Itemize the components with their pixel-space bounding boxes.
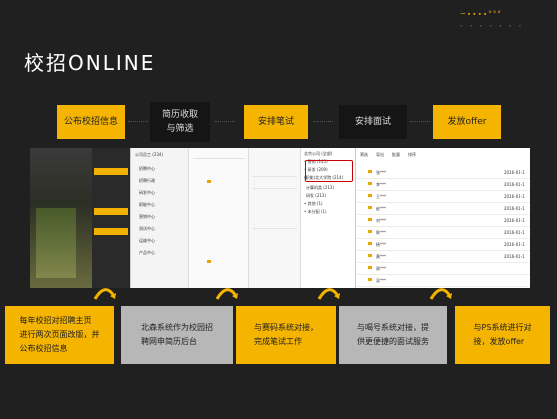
detail-panel bbox=[188, 148, 249, 288]
row-status-marker bbox=[368, 206, 372, 209]
tree-item[interactable]: • 未分配 (1) bbox=[304, 209, 327, 215]
step-interview: 安排面试 bbox=[339, 105, 407, 139]
desc-text: 每年校招对招聘主页 进行两次页面改版，并 公布校招信息 bbox=[19, 316, 100, 353]
highlight-bar bbox=[94, 208, 128, 215]
desc-box-publish: 每年校招对招聘主页 进行两次页面改版，并 公布校招信息 bbox=[5, 306, 114, 364]
slide: ~∙∙∙∙°°° ∙ ∙ ∙ ∙ ∙ ∙ ∙ 校招ONLINE 公布校招信息 简… bbox=[0, 0, 557, 419]
step-label: 简历收取 与筛选 bbox=[161, 110, 198, 134]
side-label: 产品中心 bbox=[139, 250, 155, 255]
org-list-panel: 公司员工 (234) 招聘中心 招聘行政 研发中心 职能中心 营销中心 测试中心… bbox=[130, 148, 189, 288]
curved-arrow-icon bbox=[429, 288, 452, 300]
brand-sub: ∙ ∙ ∙ ∙ ∙ ∙ ∙ bbox=[460, 23, 525, 28]
connector bbox=[215, 121, 235, 123]
row-name: 王*** bbox=[376, 194, 386, 199]
tree-item[interactable]: 北京公司 (全部) bbox=[304, 151, 332, 157]
row-date: 2016-01-1 bbox=[504, 170, 525, 175]
row-status-marker bbox=[368, 230, 372, 233]
selected-node-highlight bbox=[305, 160, 353, 182]
tree-item[interactable]: 研发 (213) bbox=[306, 193, 326, 199]
status-marker bbox=[207, 180, 211, 183]
row-date: 2016-01-1 bbox=[504, 254, 525, 259]
row-name: 刘*** bbox=[376, 218, 386, 223]
step-label: 安排面试 bbox=[354, 117, 391, 127]
desc-text: 北森系统作为校园招 聘网申简历后台 bbox=[141, 323, 213, 346]
step-label: 安排笔试 bbox=[257, 117, 294, 127]
toolbar-button[interactable]: 导出 bbox=[376, 152, 384, 158]
toolbar-button[interactable]: 批量 bbox=[392, 152, 400, 158]
divider bbox=[193, 158, 245, 159]
system-screenshot: 公司员工 (234) 招聘中心 招聘行政 研发中心 职能中心 营销中心 测试中心… bbox=[30, 148, 530, 288]
row-date: 2016-01-1 bbox=[504, 230, 525, 235]
curved-arrow-icon bbox=[93, 288, 116, 300]
row-date: 2016-01-1 bbox=[504, 242, 525, 247]
divider bbox=[253, 228, 297, 229]
connector bbox=[128, 121, 148, 123]
row-name: 李*** bbox=[376, 182, 386, 187]
row-status-marker bbox=[368, 254, 372, 257]
desc-box-offer: 与PS系统进行对 接，发放offer bbox=[455, 306, 550, 364]
highlight-bar bbox=[94, 168, 128, 175]
slide-title: 校招ONLINE bbox=[24, 51, 156, 75]
side-label: 测试中心 bbox=[139, 226, 155, 231]
side-label: 营销中心 bbox=[139, 214, 155, 219]
step-written-test: 安排笔试 bbox=[244, 105, 308, 139]
connector bbox=[313, 121, 333, 123]
side-label: 职能中心 bbox=[139, 202, 155, 207]
row-name: 陈*** bbox=[376, 230, 386, 235]
tree-item[interactable]: • 其他 (1) bbox=[304, 201, 323, 207]
highlight-bar bbox=[94, 228, 128, 235]
side-label: 研发中心 bbox=[139, 190, 155, 195]
curved-arrow-icon bbox=[215, 288, 238, 300]
toolbar-button[interactable]: 筛选 bbox=[360, 152, 368, 158]
divider bbox=[253, 188, 297, 189]
row-status-marker bbox=[368, 242, 372, 245]
step-publish: 公布校招信息 bbox=[57, 105, 125, 139]
status-marker bbox=[207, 260, 211, 263]
desc-text: 与喝号系统对接，提 供更便捷的面试服务 bbox=[357, 323, 429, 346]
row-name: 周*** bbox=[376, 266, 386, 271]
side-label: 公司员工 (234) bbox=[135, 152, 164, 157]
brand-mark: ~∙∙∙∙°°° bbox=[460, 10, 502, 18]
step-label: 发放offer bbox=[447, 117, 487, 127]
brand-logo: ~∙∙∙∙°°° ∙ ∙ ∙ ∙ ∙ ∙ ∙ bbox=[460, 10, 540, 40]
candidate-table: 筛选 导出 批量 排序 张*** 2016-01-1 李*** 2016-01-1 王*… bbox=[355, 148, 530, 288]
row-date: 2016-01-1 bbox=[504, 218, 525, 223]
row-name: 黄*** bbox=[376, 254, 386, 259]
desc-box-written-test: 与赛码系统对接， 完成笔试工作 bbox=[236, 306, 336, 364]
divider bbox=[253, 176, 297, 177]
desc-text: 与赛码系统对接， 完成笔试工作 bbox=[254, 323, 318, 346]
row-status-marker bbox=[368, 266, 372, 269]
step-offer: 发放offer bbox=[433, 105, 501, 139]
desc-text: 与PS系统进行对 接，发放offer bbox=[473, 323, 532, 346]
toolbar-button[interactable]: 排序 bbox=[408, 152, 416, 158]
row-name: 张*** bbox=[376, 170, 386, 175]
row-status-marker bbox=[368, 170, 372, 173]
step-label: 公布校招信息 bbox=[63, 117, 118, 127]
row-status-marker bbox=[368, 182, 372, 185]
tree-item[interactable]: 计算机类 (213) bbox=[306, 185, 334, 191]
row-status-marker bbox=[368, 218, 372, 221]
recruit-homepage-panel bbox=[92, 148, 130, 288]
campus-photo bbox=[30, 148, 92, 288]
side-label: 招聘中心 bbox=[139, 166, 155, 171]
row-name: 杨*** bbox=[376, 242, 386, 247]
filter-panel bbox=[248, 148, 301, 288]
row-date: 2016-01-1 bbox=[504, 182, 525, 187]
desc-box-interview: 与喝号系统对接，提 供更便捷的面试服务 bbox=[339, 306, 447, 364]
row-date: 2016-01-1 bbox=[504, 206, 525, 211]
row-status-marker bbox=[368, 194, 372, 197]
desc-box-resume: 北森系统作为校园招 聘网申简历后台 bbox=[121, 306, 233, 364]
step-resume: 简历收取 与筛选 bbox=[150, 102, 210, 142]
curved-arrow-icon bbox=[317, 288, 340, 300]
row-name: 赵*** bbox=[376, 206, 386, 211]
connector bbox=[410, 121, 430, 123]
row-date: 2016-01-1 bbox=[504, 194, 525, 199]
side-label: 运维中心 bbox=[139, 238, 155, 243]
row-status-marker bbox=[368, 278, 372, 281]
side-label: 招聘行政 bbox=[139, 178, 155, 183]
row-name: 吴*** bbox=[376, 278, 386, 283]
